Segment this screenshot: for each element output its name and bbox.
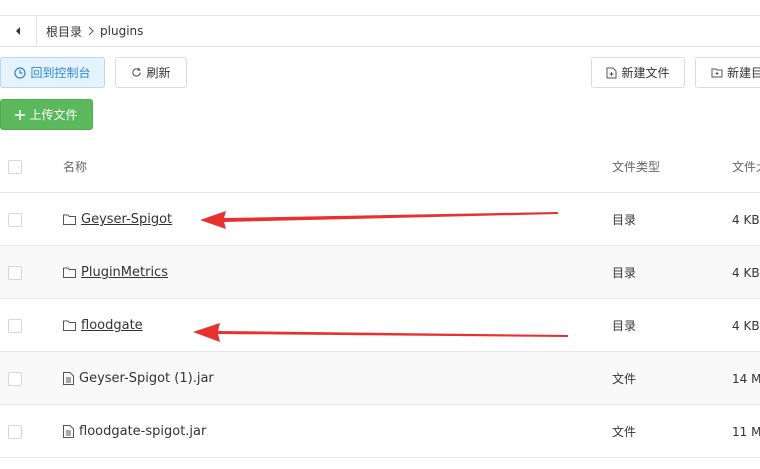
refresh-label: 刷新: [146, 66, 171, 80]
table-row: Geyser-Spigot 目录 4 KB: [0, 193, 760, 246]
row-checkbox[interactable]: [8, 213, 22, 227]
header-name: 名称: [63, 160, 88, 174]
back-to-dashboard-button[interactable]: 回到控制台: [0, 57, 105, 88]
folder-link[interactable]: Geyser-Spigot: [81, 212, 172, 227]
folder-link[interactable]: floodgate: [81, 318, 143, 333]
file-icon: [63, 372, 74, 385]
refresh-button[interactable]: 刷新: [115, 57, 187, 88]
row-checkbox[interactable]: [8, 266, 22, 280]
breadcrumb-current: plugins: [100, 24, 144, 38]
back-button[interactable]: [0, 16, 37, 46]
new-folder-button[interactable]: 新建目: [695, 57, 760, 88]
table-header: 名称 文件类型 文件大: [0, 140, 760, 193]
clock-icon: [14, 66, 27, 79]
upload-label: 上传文件: [29, 108, 78, 122]
row-type: 目录: [612, 213, 637, 227]
file-name[interactable]: floodgate-spigot.jar: [79, 424, 206, 439]
row-size: 14 MB: [732, 371, 760, 386]
row-size: 4 KB: [732, 318, 760, 333]
top-strip: [0, 0, 760, 16]
path-bar: 根目录 plugins: [0, 16, 760, 47]
table-row: PluginMetrics 目录 4 KB: [0, 246, 760, 299]
folder-icon: [63, 320, 76, 331]
new-file-button[interactable]: 新建文件: [591, 57, 685, 88]
folder-icon: [63, 267, 76, 278]
row-type: 文件: [612, 372, 637, 386]
upload-file-button[interactable]: 上传文件: [0, 99, 93, 130]
row-size: 11 MB: [732, 424, 760, 439]
plus-icon: [15, 109, 26, 120]
row-checkbox[interactable]: [8, 425, 22, 439]
row-checkbox[interactable]: [8, 319, 22, 333]
row-type: 文件: [612, 425, 637, 439]
row-checkbox[interactable]: [8, 372, 22, 386]
row-size: 4 KB: [732, 212, 760, 227]
row-type: 目录: [612, 266, 637, 280]
breadcrumb-root[interactable]: 根目录: [46, 23, 82, 40]
chevron-right-icon: [88, 26, 94, 36]
new-folder-icon: [711, 67, 723, 78]
header-size: 文件大: [732, 160, 760, 174]
table-row: Geyser-Spigot (1).jar 文件 14 MB: [0, 352, 760, 405]
caret-left-icon: [16, 27, 20, 35]
new-file-label: 新建文件: [621, 66, 670, 80]
file-name[interactable]: Geyser-Spigot (1).jar: [79, 371, 214, 386]
header-type: 文件类型: [612, 160, 661, 174]
folder-icon: [63, 214, 76, 225]
select-all-checkbox[interactable]: [8, 160, 22, 174]
breadcrumb: 根目录 plugins: [46, 16, 143, 46]
row-size: 4 KB: [732, 265, 760, 280]
folder-link[interactable]: PluginMetrics: [81, 265, 168, 280]
dashboard-label: 回到控制台: [30, 66, 91, 80]
new-folder-label: 新建目: [727, 66, 760, 80]
table-row: floodgate-spigot.jar 文件 11 MB: [0, 405, 760, 458]
file-icon: [63, 425, 74, 438]
row-type: 目录: [612, 319, 637, 333]
new-file-icon: [606, 67, 617, 79]
table-row: floodgate 目录 4 KB: [0, 299, 760, 352]
refresh-icon: [131, 67, 142, 78]
